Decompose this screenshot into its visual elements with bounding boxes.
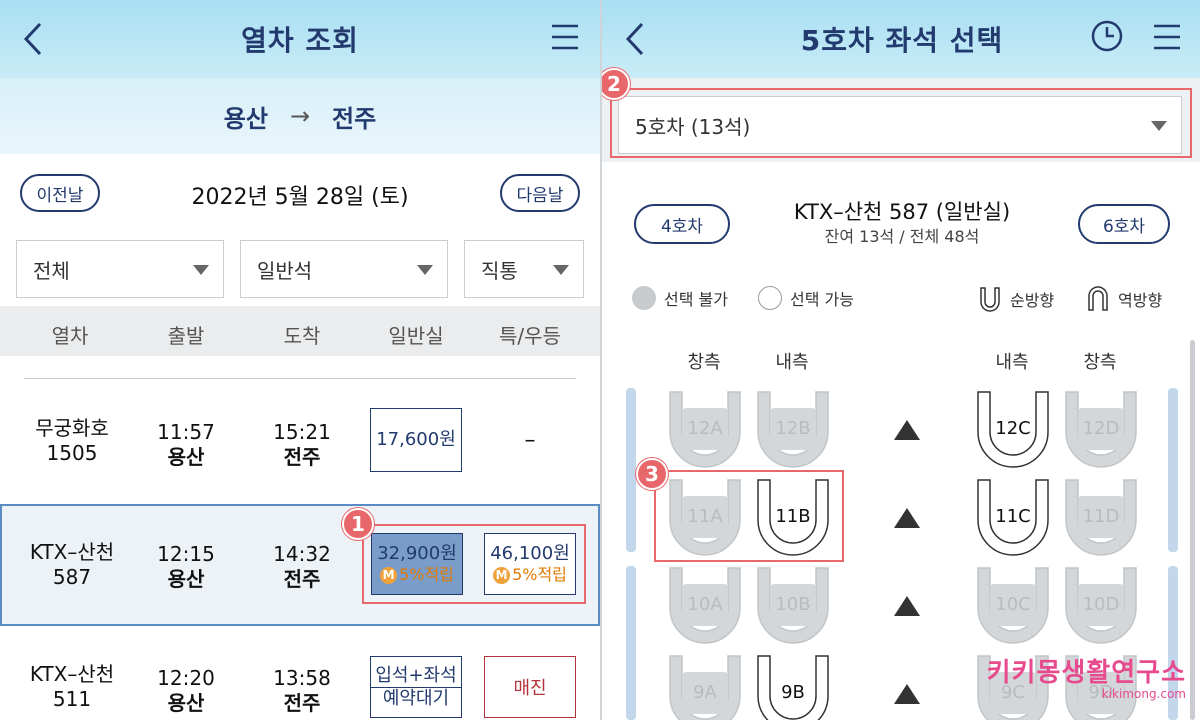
direction-arrow-icon bbox=[894, 684, 920, 704]
route-banner: 용산 → 전주 bbox=[0, 78, 600, 154]
arrival: 13:58 전주 bbox=[273, 666, 331, 715]
seat-12B: 12B bbox=[752, 388, 834, 468]
departure: 12:20 용산 bbox=[157, 666, 215, 715]
legend-forward: 순방향 bbox=[978, 286, 1054, 312]
available-dot-icon bbox=[758, 286, 782, 310]
divider bbox=[24, 378, 576, 379]
next-day-button[interactable]: 다음날 bbox=[500, 174, 580, 212]
train-type-value: 전체 bbox=[33, 258, 70, 283]
seat-10D: 10D bbox=[1060, 564, 1142, 644]
route-origin: 용산 bbox=[223, 104, 268, 133]
table-row: 무궁화호 1505 11:57 용산 15:21 전주 17,600원 – bbox=[0, 380, 600, 502]
seat-12A: 12A bbox=[664, 388, 746, 468]
train-name: 무궁화호 1505 bbox=[35, 416, 109, 465]
general-fare-button[interactable]: 17,600원 bbox=[370, 408, 462, 472]
window-rail bbox=[626, 566, 636, 720]
menu-icon[interactable] bbox=[1152, 22, 1182, 52]
chevron-down-icon bbox=[553, 265, 569, 275]
prev-car-button[interactable]: 4호차 bbox=[634, 204, 730, 244]
col-train: 열차 bbox=[51, 324, 89, 348]
window-rail bbox=[1168, 388, 1178, 552]
train-name: KTX–산천 511 bbox=[29, 662, 115, 711]
seat-12D: 12D bbox=[1060, 388, 1142, 468]
callout-box-3 bbox=[654, 470, 844, 562]
col-window-right: 창측 bbox=[1083, 352, 1117, 373]
back-icon[interactable] bbox=[620, 20, 650, 58]
unavailable-dot-icon bbox=[632, 286, 656, 310]
seat-12C[interactable]: 12C bbox=[972, 388, 1054, 468]
train-name: KTX–산천 587 (일반실) bbox=[793, 200, 1011, 224]
departure: 12:15 용산 bbox=[157, 542, 215, 591]
arrival: 15:21 전주 bbox=[273, 420, 331, 469]
table-row: KTX–산천 511 12:20 용산 13:58 전주 입석+좌석 예약대기 매진 bbox=[0, 628, 600, 720]
window-rail bbox=[626, 388, 636, 552]
callout-box-2 bbox=[610, 88, 1192, 158]
seat-11C[interactable]: 11C bbox=[972, 476, 1054, 556]
chevron-down-icon bbox=[193, 265, 209, 275]
menu-icon[interactable] bbox=[550, 22, 580, 52]
callout-badge-1: 1 bbox=[342, 508, 374, 540]
col-aisle-right: 내측 bbox=[995, 352, 1029, 373]
col-arrival: 도착 bbox=[283, 324, 321, 348]
col-window-left: 창측 bbox=[687, 352, 721, 373]
direction-arrow-icon bbox=[894, 508, 920, 528]
back-icon[interactable] bbox=[18, 20, 48, 58]
route-arrow: → bbox=[289, 102, 311, 130]
legend-reverse: 역방향 bbox=[1086, 286, 1162, 312]
direction-arrow-icon bbox=[894, 596, 920, 616]
departure: 11:57 용산 bbox=[157, 420, 215, 469]
route-destination: 전주 bbox=[332, 104, 377, 133]
seat-class-select[interactable]: 일반석 bbox=[240, 240, 448, 298]
app-header: 5호차 좌석 선택 bbox=[602, 0, 1200, 78]
col-departure: 출발 bbox=[167, 324, 205, 348]
travel-date: 2022년 5월 28일 (토) bbox=[191, 185, 409, 210]
route-type-value: 직통 bbox=[481, 258, 518, 283]
col-general: 일반실 bbox=[388, 324, 444, 348]
train-search-panel: 열차 조회 용산 → 전주 이전날 2022년 5월 28일 (토) 다음날 전… bbox=[0, 0, 600, 720]
callout-box-1 bbox=[362, 524, 586, 604]
date-navigation: 이전날 2022년 5월 28일 (토) 다음날 bbox=[0, 154, 600, 234]
watermark: 키키몽생활연구소 kikimong.com bbox=[986, 658, 1186, 701]
direction-arrow-icon bbox=[894, 420, 920, 440]
col-special: 특/우등 bbox=[499, 324, 561, 348]
app-header: 열차 조회 bbox=[0, 0, 600, 78]
table-header: 열차 출발 도착 일반실 특/우등 bbox=[0, 306, 600, 356]
soldout-badge: 매진 bbox=[484, 656, 576, 718]
page-title: 열차 조회 bbox=[241, 24, 359, 57]
clock-icon[interactable] bbox=[1090, 19, 1124, 53]
seat-selection-panel: 5호차 좌석 선택 5호차 (13석) 2 4호차 KTX–산천 587 (일반… bbox=[600, 0, 1200, 720]
train-name: KTX–산천 587 bbox=[29, 540, 115, 589]
page-title: 5호차 좌석 선택 bbox=[800, 24, 1004, 57]
train-info: KTX–산천 587 (일반실) 잔여 13석 / 전체 48석 bbox=[752, 198, 1052, 248]
seat-10B: 10B bbox=[752, 564, 834, 644]
prev-day-button[interactable]: 이전날 bbox=[20, 174, 100, 212]
forward-seat-icon bbox=[980, 287, 1000, 312]
callout-badge-3: 3 bbox=[636, 458, 668, 490]
next-car-button[interactable]: 6호차 bbox=[1078, 204, 1170, 244]
chevron-down-icon bbox=[417, 265, 433, 275]
train-type-select[interactable]: 전체 bbox=[16, 240, 224, 298]
special-fare-empty: – bbox=[524, 428, 536, 453]
scrollbar[interactable] bbox=[1190, 340, 1195, 720]
waitlist-button[interactable]: 입석+좌석 예약대기 bbox=[370, 656, 462, 718]
col-aisle-left: 내측 bbox=[775, 352, 809, 373]
arrival: 14:32 전주 bbox=[273, 542, 331, 591]
reverse-seat-icon bbox=[1088, 286, 1108, 311]
seat-10C: 10C bbox=[972, 564, 1054, 644]
seat-9A: 9A bbox=[664, 652, 746, 720]
remaining-seats: 잔여 13석 / 전체 48석 bbox=[824, 227, 980, 246]
route-type-select[interactable]: 직통 bbox=[464, 240, 584, 298]
seat-class-value: 일반석 bbox=[257, 258, 313, 283]
seat-11D: 11D bbox=[1060, 476, 1142, 556]
legend-available: 선택 가능 bbox=[758, 286, 854, 310]
legend-unavailable: 선택 불가 bbox=[632, 286, 728, 310]
seat-10A: 10A bbox=[664, 564, 746, 644]
seat-9B[interactable]: 9B bbox=[752, 652, 834, 720]
